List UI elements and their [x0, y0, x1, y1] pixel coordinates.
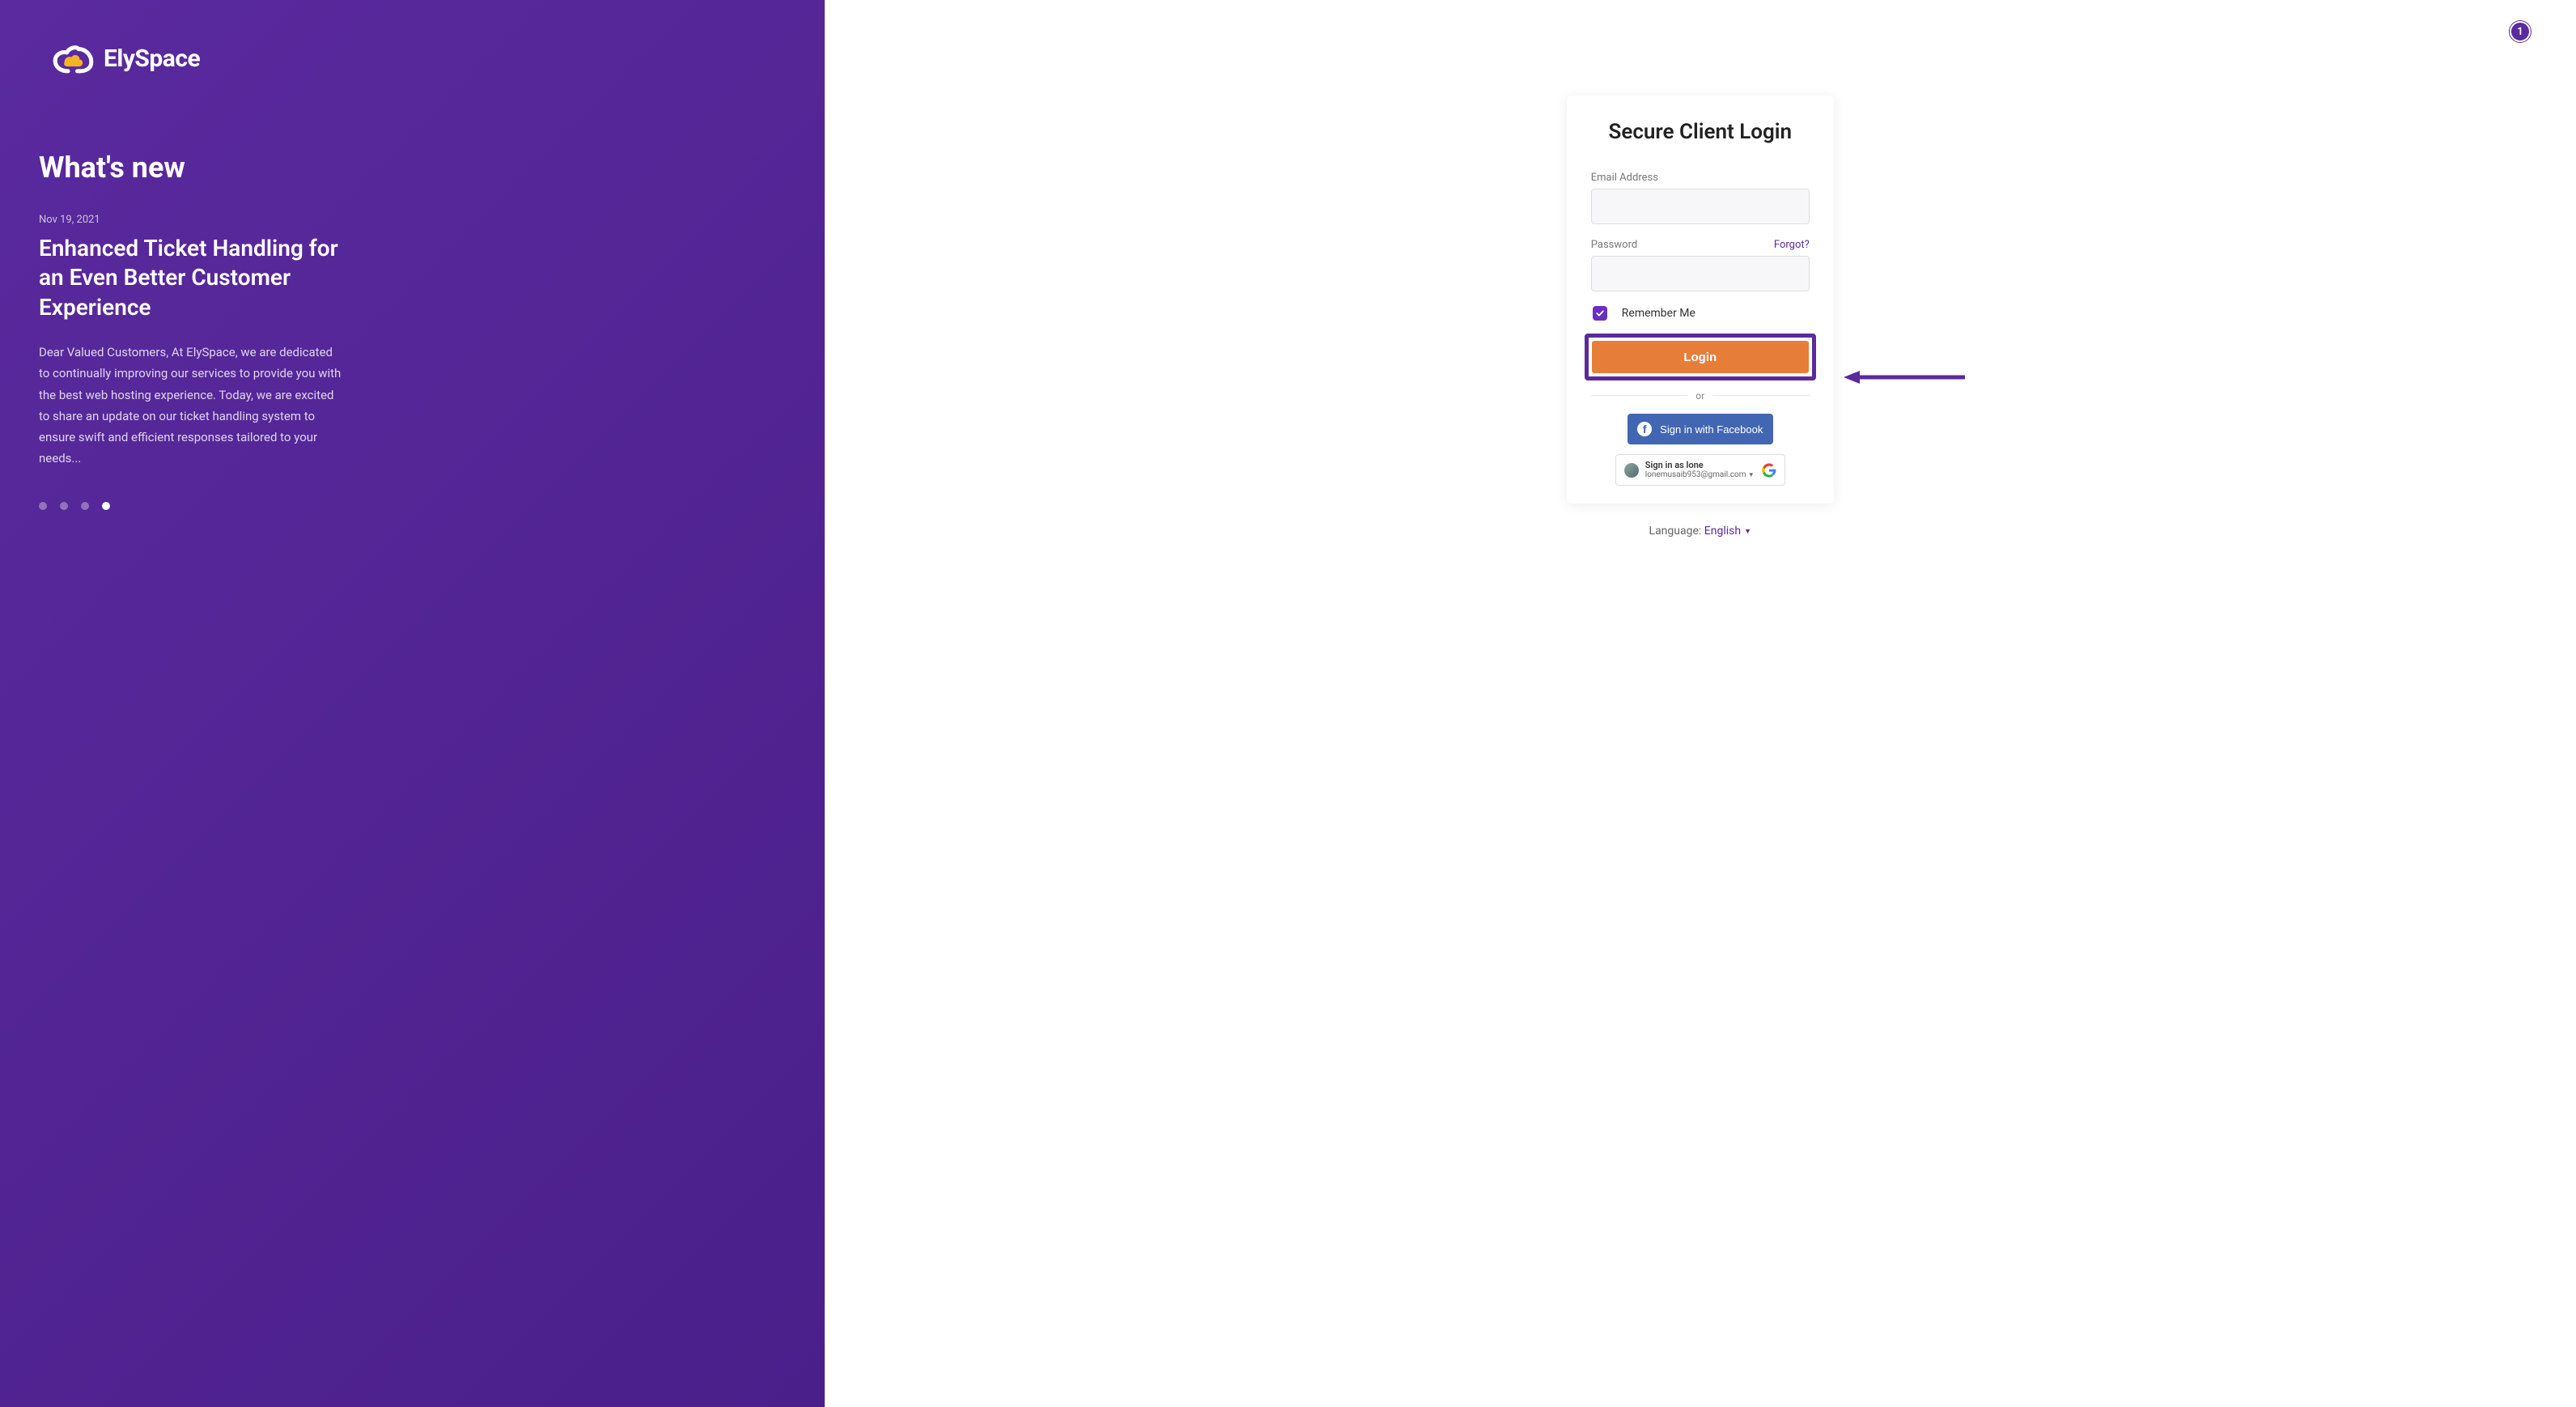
facebook-signin-button[interactable]: f Sign in with Facebook: [1628, 414, 1773, 444]
news-date: Nov 19, 2021: [39, 214, 786, 226]
remember-me-checkbox[interactable]: [1593, 306, 1607, 321]
checkmark-icon: [1595, 308, 1605, 318]
carousel-dot-3[interactable]: [102, 502, 110, 510]
caret-down-icon: ▼: [1744, 527, 1751, 536]
google-signin-email: lonemusaib953@gmail.com: [1645, 470, 1746, 480]
news-body: Dear Valued Customers, At ElySpace, we a…: [39, 342, 346, 470]
brand-name: ElySpace: [104, 45, 200, 73]
google-signin-line1: Sign in as lone: [1645, 460, 1755, 470]
forgot-password-link[interactable]: Forgot?: [1774, 239, 1810, 251]
google-signin-card[interactable]: Sign in as lone lonemusaib953@gmail.com …: [1615, 454, 1785, 486]
language-selector[interactable]: English ▼: [1704, 525, 1751, 538]
language-selected: English: [1704, 525, 1741, 538]
google-user-avatar: [1624, 463, 1639, 478]
divider-row: or: [1591, 387, 1810, 402]
login-column: Secure Client Login Email Address Passwo…: [1567, 96, 1834, 538]
email-label-row: Email Address: [1591, 172, 1810, 184]
login-card: Secure Client Login Email Address Passwo…: [1567, 96, 1834, 504]
main-content: 1 Secure Client Login Email Address Pass…: [825, 0, 2576, 1407]
password-label: Password: [1591, 239, 1637, 251]
whats-new-heading: What's new: [39, 151, 786, 185]
facebook-button-label: Sign in with Facebook: [1660, 423, 1763, 436]
google-signin-email-row: lonemusaib953@gmail.com ▾: [1645, 470, 1755, 480]
cloud-logo-icon: [39, 39, 97, 78]
login-button[interactable]: Login: [1592, 341, 1809, 373]
email-label: Email Address: [1591, 172, 1658, 184]
facebook-icon: f: [1637, 422, 1652, 436]
divider-text: or: [1687, 390, 1712, 402]
chevron-down-icon: ▾: [1750, 471, 1754, 480]
password-label-row: Password Forgot?: [1591, 239, 1810, 251]
login-button-highlight: Login: [1585, 334, 1816, 380]
whats-new-sidebar: ElySpace What's new Nov 19, 2021 Enhance…: [0, 0, 825, 1407]
remember-me-row: Remember Me: [1593, 306, 1810, 321]
language-label: Language:: [1649, 525, 1702, 538]
remember-me-label: Remember Me: [1622, 307, 1695, 320]
carousel-dot-1[interactable]: [60, 502, 68, 510]
notification-badge[interactable]: 1: [2510, 21, 2531, 42]
page-root: ElySpace What's new Nov 19, 2021 Enhance…: [0, 0, 2576, 1407]
carousel-dot-0[interactable]: [39, 502, 47, 510]
brand-logo[interactable]: ElySpace: [39, 39, 786, 78]
google-icon: [1762, 463, 1776, 478]
login-title: Secure Client Login: [1591, 120, 1810, 144]
carousel-dot-2[interactable]: [81, 502, 89, 510]
google-signin-text: Sign in as lone lonemusaib953@gmail.com …: [1645, 460, 1755, 480]
email-input[interactable]: [1591, 189, 1810, 224]
password-input[interactable]: [1591, 256, 1810, 291]
language-row: Language: English ▼: [1567, 525, 1834, 538]
carousel-dots: [39, 502, 786, 510]
arrow-callout-icon: [1844, 371, 1965, 384]
news-title[interactable]: Enhanced Ticket Handling for an Even Bet…: [39, 234, 346, 322]
